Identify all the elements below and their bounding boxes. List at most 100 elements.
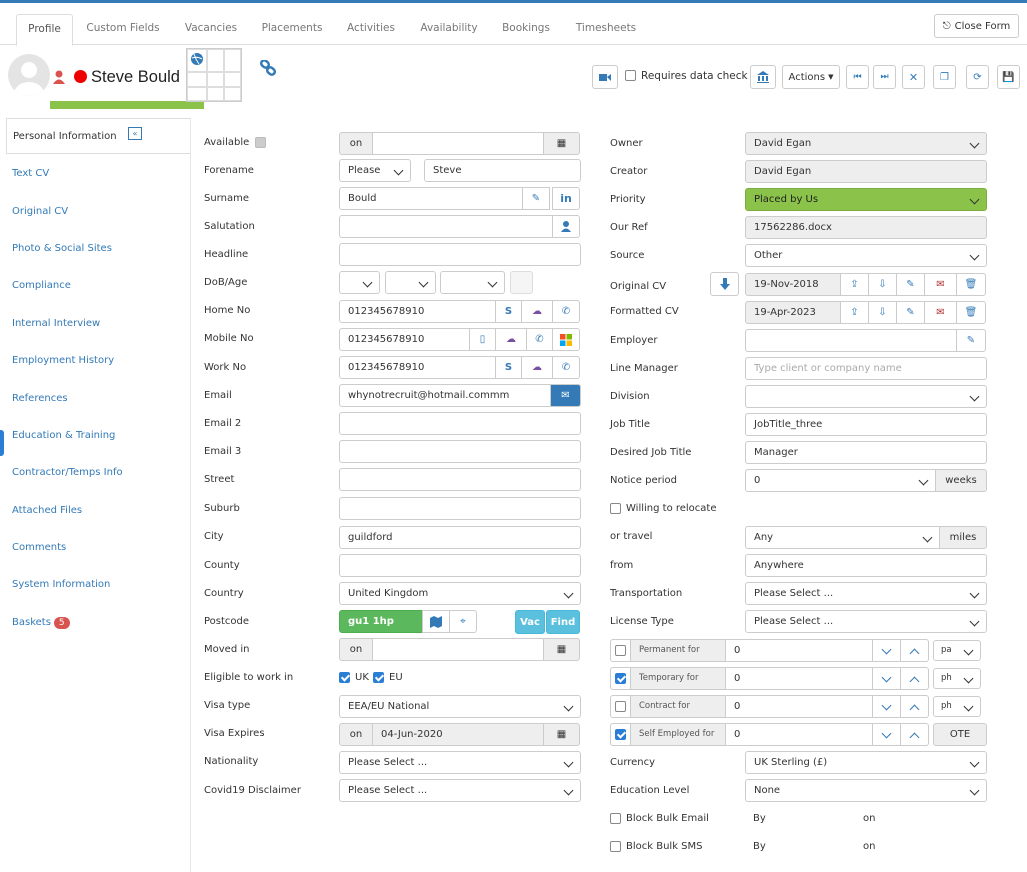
temporary-value-input[interactable]: 0	[725, 667, 873, 690]
block-email-checkbox[interactable]	[610, 813, 621, 824]
from-input[interactable]: Anywhere	[745, 554, 987, 577]
suburb-input[interactable]	[339, 497, 581, 520]
upload-icon[interactable]: ⇪	[840, 273, 869, 296]
save-button[interactable]: 💾	[997, 65, 1020, 89]
microsoft-icon[interactable]	[552, 328, 580, 351]
visa-type-select[interactable]: EEA/EU National	[339, 695, 581, 718]
first-record-button[interactable]: ⏮	[846, 65, 869, 89]
map-marker-icon[interactable]: ⌖	[449, 610, 477, 633]
tab-placements[interactable]: Placements	[256, 14, 328, 45]
sidebar-item-comments[interactable]: Comments	[12, 542, 66, 553]
moved-in-date-input[interactable]	[372, 638, 544, 661]
sidebar-item-education-training[interactable]: Education & Training	[12, 430, 115, 441]
source-select[interactable]: Other	[745, 244, 987, 267]
collapse-icon[interactable]: «	[128, 127, 142, 140]
phone-icon[interactable]: ✆	[552, 356, 580, 379]
tab-availability[interactable]: Availability	[414, 14, 484, 45]
title-select[interactable]: Please	[339, 159, 411, 182]
priority-select[interactable]: Placed by Us	[745, 188, 987, 211]
calendar-icon[interactable]: ▦	[543, 132, 580, 155]
forename-input[interactable]: Steve	[424, 159, 581, 182]
salutation-input[interactable]	[339, 215, 553, 238]
line-manager-input[interactable]: Type client or company name	[745, 357, 987, 380]
mail-mark-icon[interactable]: ✉	[924, 301, 957, 324]
currency-select[interactable]: UK Sterling (£)	[745, 751, 987, 774]
chevron-down-icon[interactable]	[872, 667, 901, 690]
envelope-icon[interactable]: ✉	[550, 384, 581, 407]
eu-checkbox[interactable]	[373, 672, 384, 683]
email3-input[interactable]	[339, 440, 581, 463]
job-title-input[interactable]: JobTitle_three	[745, 413, 987, 436]
chevron-down-icon[interactable]	[872, 723, 901, 746]
travel-select[interactable]: Any	[745, 526, 940, 549]
edit-icon[interactable]: ✎	[522, 187, 550, 210]
transportation-select[interactable]: Please Select ...	[745, 582, 987, 605]
close-form-button[interactable]: ⎋ Close Form	[934, 14, 1019, 38]
skype-icon[interactable]: S	[495, 300, 522, 323]
skype-icon[interactable]: S	[495, 356, 522, 379]
nationality-select[interactable]: Please Select ...	[339, 751, 581, 774]
headline-input[interactable]	[339, 243, 581, 266]
surname-input[interactable]: Bould	[339, 187, 523, 210]
city-input[interactable]: guildford	[339, 526, 581, 549]
permanent-unit-select[interactable]: pa	[933, 640, 981, 661]
contract-checkbox[interactable]	[615, 701, 626, 712]
home-no-input[interactable]: 012345678910	[339, 300, 496, 323]
sidebar-item-text-cv[interactable]: Text CV	[12, 168, 49, 179]
temporary-unit-select[interactable]: ph	[933, 668, 981, 689]
upload-icon[interactable]: ⇪	[840, 301, 869, 324]
tab-vacancies[interactable]: Vacancies	[178, 14, 244, 45]
tab-custom-fields[interactable]: Custom Fields	[80, 14, 166, 45]
requires-data-check-checkbox[interactable]	[625, 70, 636, 81]
employer-input[interactable]	[745, 329, 957, 352]
chevron-up-icon[interactable]	[900, 667, 929, 690]
contract-unit-select[interactable]: ph	[933, 696, 981, 717]
tab-profile[interactable]: Profile	[16, 14, 73, 46]
uk-checkbox[interactable]	[339, 672, 350, 683]
available-checkbox[interactable]	[255, 137, 266, 148]
edit-icon[interactable]: ✎	[956, 329, 986, 352]
tab-bookings[interactable]: Bookings	[496, 14, 556, 45]
sidebar-item-contractor-temps-info[interactable]: Contractor/Temps Info	[12, 467, 123, 478]
chevron-up-icon[interactable]	[900, 639, 929, 662]
tab-activities[interactable]: Activities	[340, 14, 402, 45]
phone-icon[interactable]: ✆	[552, 300, 580, 323]
bank-button[interactable]	[750, 65, 776, 89]
delete-button[interactable]: ✕	[902, 65, 925, 89]
user-button[interactable]	[552, 215, 580, 238]
tab-timesheets[interactable]: Timesheets	[568, 14, 644, 45]
download-icon[interactable]: ⇩	[868, 273, 897, 296]
county-input[interactable]	[339, 554, 581, 577]
calendar-icon[interactable]: ▦	[543, 723, 580, 746]
sidebar-item-internal-interview[interactable]: Internal Interview	[12, 318, 100, 329]
linkedin-icon[interactable]: in	[552, 187, 580, 210]
covid-select[interactable]: Please Select ...	[339, 779, 581, 802]
division-select[interactable]	[745, 385, 987, 408]
map-icon[interactable]	[422, 610, 450, 633]
email-input[interactable]: whynotrecruit@hotmail.commm	[339, 384, 551, 407]
edit-icon[interactable]: ✎	[896, 273, 925, 296]
edit-icon[interactable]: ✎	[896, 301, 925, 324]
dob-day-select[interactable]	[339, 271, 380, 294]
sidebar-handle[interactable]	[0, 430, 4, 456]
work-no-input[interactable]: 012345678910	[339, 356, 496, 379]
phone-icon[interactable]: ✆	[526, 328, 553, 351]
education-select[interactable]: None	[745, 779, 987, 802]
postcode-input[interactable]: gu1 1hp	[339, 610, 423, 633]
copy-button[interactable]: ❐	[933, 65, 956, 89]
cloud-call-icon[interactable]: ☁	[521, 356, 553, 379]
owner-select[interactable]: David Egan	[745, 132, 987, 155]
cloud-call-icon[interactable]: ☁	[495, 328, 527, 351]
arrow-down-button[interactable]	[710, 272, 739, 296]
block-sms-checkbox[interactable]	[610, 841, 621, 852]
link-icon[interactable]	[260, 60, 276, 76]
mobile-icon[interactable]: ▯	[469, 328, 496, 351]
sidebar-item-photo-social-sites[interactable]: Photo & Social Sites	[12, 243, 112, 254]
actions-dropdown[interactable]: Actions ▼	[782, 65, 840, 89]
trash-icon[interactable]: 🗑	[956, 273, 986, 296]
sidebar-item-attached-files[interactable]: Attached Files	[12, 505, 82, 516]
notice-select[interactable]: 0	[745, 469, 936, 492]
find-button[interactable]: Find	[546, 610, 580, 634]
desired-job-title-input[interactable]: Manager	[745, 441, 987, 464]
sidebar-item-references[interactable]: References	[12, 393, 68, 404]
